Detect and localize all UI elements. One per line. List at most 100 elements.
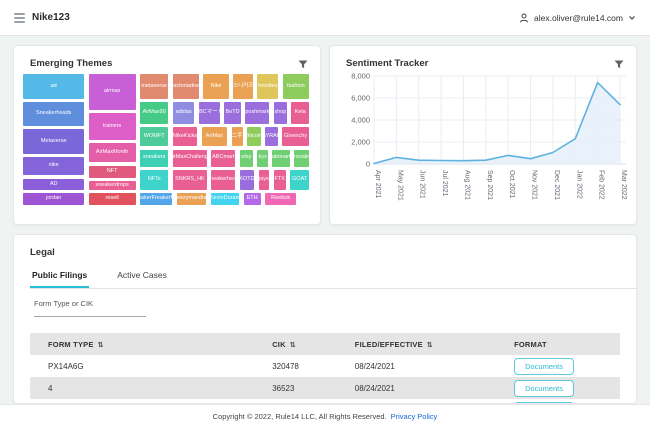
svg-text:Mar 2022: Mar 2022	[620, 170, 627, 200]
treemap-tile[interactable]: Nike	[202, 73, 230, 100]
brand: Nike123	[14, 12, 70, 23]
treemap-tile[interactable]: AD	[22, 178, 85, 192]
treemap-tile[interactable]: etsy	[239, 149, 255, 168]
treemap-tile[interactable]: AirMaxChallenge	[172, 149, 208, 168]
cell-cik: 36523	[254, 377, 337, 399]
table-row: 43652308/24/2021 Documents	[30, 377, 620, 399]
sort-icon[interactable]: ⇅	[427, 342, 433, 349]
documents-button[interactable]: Documents	[514, 358, 574, 375]
treemap-tile[interactable]: metaverse	[139, 73, 170, 100]
treemap-tile[interactable]: Sneakerheads	[22, 101, 85, 128]
column-header-form-type[interactable]: FORM TYPE⇅	[30, 333, 254, 355]
emerging-themes-card: Emerging Themes adSneakerheadsMetaversen…	[13, 45, 321, 225]
sentiment-tracker-title: Sentiment Tracker	[330, 46, 636, 69]
svg-text:Jul 2021: Jul 2021	[441, 170, 448, 197]
svg-text:Sep 2021: Sep 2021	[486, 170, 493, 200]
sentiment-line-chart: 02,0004,0006,0008,000Apr 2021May 2021Jun…	[338, 70, 630, 216]
treemap-tile[interactable]: ABCmart	[210, 149, 236, 168]
svg-text:Feb 2022: Feb 2022	[598, 170, 605, 200]
person-icon	[519, 13, 529, 23]
treemap-tile[interactable]: airmax	[88, 73, 137, 111]
treemap-tile[interactable]: jordan	[22, 192, 85, 206]
tab-active-cases[interactable]: Active Cases	[115, 266, 169, 288]
svg-text:6,000: 6,000	[351, 94, 370, 103]
treemap-tile[interactable]: AirMax	[201, 126, 229, 148]
treemap-tile[interactable]: KOTD	[239, 169, 256, 191]
treemap-tile[interactable]: abonart	[271, 149, 291, 168]
treemap-tile[interactable]: 二手	[231, 126, 244, 148]
column-header-filed-effective[interactable]: FILED/EFFECTIVE⇅	[337, 333, 496, 355]
treemap-tile[interactable]: Reebok	[264, 192, 297, 206]
sort-icon[interactable]: ⇅	[98, 342, 104, 349]
user-menu[interactable]: alex.oliver@rule14.com	[519, 13, 636, 23]
treemap-tile[interactable]: NikeKicks	[172, 126, 198, 148]
svg-text:Jun 2021: Jun 2021	[419, 170, 426, 199]
treemap-tile[interactable]: Bitcoin	[246, 126, 262, 148]
sort-icon[interactable]: ⇅	[290, 342, 296, 349]
treemap-tile[interactable]: resell	[88, 192, 137, 206]
svg-text:Aug 2021: Aug 2021	[463, 170, 470, 200]
cell-filed: 08/24/2021	[337, 355, 496, 377]
treemap-tile[interactable]: 스니커즈	[232, 73, 254, 100]
documents-button[interactable]: Documents	[514, 380, 574, 397]
cell-form_type: 4	[30, 377, 254, 399]
brand-name: Nike123	[32, 12, 70, 23]
form-cik-search[interactable]: Form Type or CIK	[34, 299, 636, 327]
treemap-tile[interactable]: SneakerFreakerMag	[139, 192, 174, 206]
treemap-tile[interactable]: FTX	[273, 169, 287, 191]
treemap-tile[interactable]: sneakerdrops	[88, 180, 137, 191]
topbar: Nike123 alex.oliver@rule14.com	[0, 0, 650, 36]
themes-treemap: adSneakerheadsMetaversenike ADjordan airma…	[22, 73, 310, 206]
tab-public-filings[interactable]: Public Filings	[30, 266, 89, 288]
treemap-tile[interactable]: jays	[258, 169, 271, 191]
treemap-tile[interactable]: fashion	[282, 73, 310, 100]
table-row: PX14A6G32047808/24/2021 Documents	[30, 355, 620, 377]
treemap-tile[interactable]: Givenchy	[281, 126, 310, 148]
treemap-tile[interactable]: AirMaxMonth	[88, 142, 137, 163]
treemap-tile[interactable]: shop	[273, 101, 289, 124]
treemap-tile[interactable]: poshmark	[244, 101, 270, 124]
treemap-tile[interactable]: Kela	[290, 101, 310, 124]
treemap-tile[interactable]: NFTs	[139, 169, 170, 191]
column-header-format: FORMAT	[496, 333, 620, 355]
treemap-tile[interactable]: NFT	[88, 165, 137, 179]
form-cik-search-underline	[34, 308, 146, 317]
treemap-tile[interactable]: AirMax90	[139, 101, 170, 124]
cell-cik: 320478	[254, 355, 337, 377]
filter-icon[interactable]	[298, 56, 308, 74]
treemap-tile[interactable]: AYRAB	[264, 126, 279, 148]
legal-card: Legal Public FilingsActive Cases Form Ty…	[13, 234, 637, 404]
treemap-tile[interactable]: ETH	[243, 192, 262, 206]
svg-text:Nov 2021: Nov 2021	[531, 170, 538, 200]
cell-form_type: PX14A6G	[30, 355, 254, 377]
column-header-cik[interactable]: CIK⇅	[254, 333, 337, 355]
treemap-tile[interactable]: ad	[22, 73, 85, 100]
treemap-tile[interactable]: trainers	[88, 112, 137, 141]
treemap-tile[interactable]: kyx	[256, 149, 269, 168]
treemap-tile[interactable]: hoodies	[256, 73, 279, 100]
sentiment-tracker-card: Sentiment Tracker 02,0004,0006,0008,000A…	[329, 45, 637, 225]
svg-text:Oct 2021: Oct 2021	[508, 170, 515, 199]
treemap-tile[interactable]: marchmadness	[172, 73, 200, 100]
treemap-tile[interactable]: nike	[22, 156, 85, 176]
treemap-tile[interactable]: sneakers	[139, 149, 170, 168]
treemap-tile[interactable]: KevinDurant	[210, 192, 241, 206]
treemap-tile[interactable]: BoTD	[223, 101, 242, 124]
form-cik-search-label: Form Type or CIK	[34, 299, 636, 308]
treemap-tile[interactable]: WOMFT	[139, 126, 170, 148]
chevron-down-icon	[628, 15, 636, 21]
treemap-tile[interactable]: sneakerhead	[210, 169, 236, 191]
treemap-tile[interactable]: ABCマート	[198, 101, 221, 124]
privacy-policy-link[interactable]: Privacy Policy	[391, 412, 438, 421]
svg-text:0: 0	[366, 160, 370, 169]
treemap-tile[interactable]: resale	[293, 149, 310, 168]
menu-icon[interactable]	[14, 13, 25, 23]
treemap-tile[interactable]: GOAT	[289, 169, 310, 191]
footer: Copyright © 2022, Rule14 LLC, All Rights…	[0, 404, 650, 428]
cell-filed: 08/24/2021	[337, 377, 496, 399]
treemap-tile[interactable]: yeezymandias	[176, 192, 208, 206]
treemap-tile[interactable]: Metaverse	[22, 128, 85, 155]
treemap-tile[interactable]: SNKRS_HK	[172, 169, 208, 191]
user-email: alex.oliver@rule14.com	[534, 13, 623, 23]
treemap-tile[interactable]: adidas	[172, 101, 196, 124]
